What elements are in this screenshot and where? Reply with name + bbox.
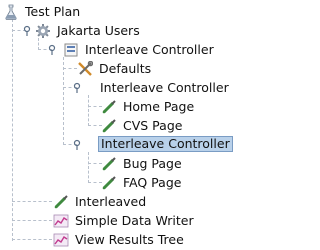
sampler-pipette-icon <box>100 174 118 192</box>
tree-node-interleave-controller-1[interactable]: Interleave Controller <box>62 41 216 59</box>
tree-node-label: Interleaved <box>75 194 147 209</box>
sampler-pipette-icon <box>52 193 70 211</box>
sampler-pipette-icon <box>100 117 118 135</box>
tree-node-label: CVS Page <box>123 118 183 133</box>
tree-node-interleave-controller-2[interactable]: Interleave Controller <box>87 79 231 97</box>
tree-node-label: FAQ Page <box>123 175 182 190</box>
tree-node-bug-page[interactable]: Bug Page <box>100 155 184 173</box>
tree-node-cvs-page[interactable]: CVS Page <box>100 117 184 135</box>
tree-connector <box>63 57 64 145</box>
sampler-pipette-icon <box>100 155 118 173</box>
listener-graph-icon <box>52 231 70 249</box>
tree-connector <box>12 239 52 240</box>
tree-node-label: Interleave Controller <box>85 42 214 57</box>
tree-node-label: Interleave Controller <box>100 80 229 95</box>
tree-node-label: View Results Tree <box>75 232 184 247</box>
collapse-toggle[interactable] <box>70 138 84 150</box>
tree-node-view-results-tree[interactable]: View Results Tree <box>52 231 186 249</box>
gear-icon <box>34 22 52 40</box>
collapse-toggle[interactable] <box>45 43 59 55</box>
tree-node-simple-data-writer[interactable]: Simple Data Writer <box>52 212 196 230</box>
test-plan-icon <box>2 3 20 21</box>
wrench-screwdriver-icon <box>76 60 94 78</box>
tree-node-label: Jakarta Users <box>57 23 140 38</box>
tree-node-interleaved[interactable]: Interleaved <box>52 193 148 211</box>
tree-node-home-page[interactable]: Home Page <box>100 98 196 116</box>
tree-node-label: Bug Page <box>123 156 182 171</box>
listener-graph-icon <box>52 212 70 230</box>
tree-connector <box>88 152 89 183</box>
collapse-toggle[interactable] <box>70 81 84 93</box>
tree-node-faq-page[interactable]: FAQ Page <box>100 174 183 192</box>
tree-node-interleave-controller-3[interactable]: Interleave Controller <box>87 135 233 153</box>
tree-connector <box>63 68 77 69</box>
tree-node-defaults[interactable]: Defaults <box>76 60 153 78</box>
test-plan-tree[interactable]: Test Plan Jakarta Users Interleave Contr… <box>0 0 251 250</box>
sampler-pipette-icon <box>100 98 118 116</box>
tree-node-label: Defaults <box>99 61 152 76</box>
tree-node-test-plan[interactable]: Test Plan <box>2 3 82 21</box>
tree-node-label: Interleave Controller <box>98 136 233 152</box>
tree-node-label: Home Page <box>123 99 195 114</box>
controller-icon <box>62 41 80 59</box>
tree-node-label: Test Plan <box>25 4 81 19</box>
tree-connector <box>12 220 52 221</box>
tree-connector <box>12 201 52 202</box>
tree-node-jakarta-users[interactable]: Jakarta Users <box>34 22 142 40</box>
tree-connector <box>12 19 13 241</box>
tree-node-label: Simple Data Writer <box>75 213 194 228</box>
collapse-toggle[interactable] <box>20 24 34 36</box>
tree-connector <box>88 95 89 126</box>
